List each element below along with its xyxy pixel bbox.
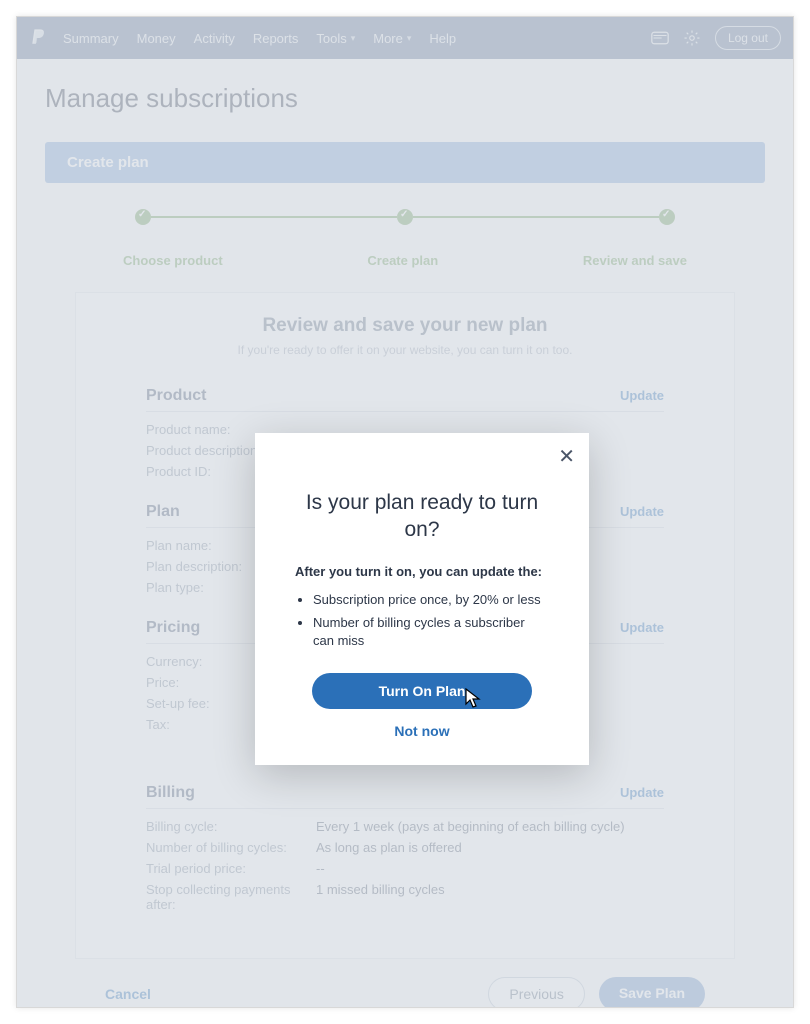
modal-bullet: Subscription price once, by 20% or less [313, 591, 549, 609]
modal-bullet: Number of billing cycles a subscriber ca… [313, 614, 549, 649]
modal-lead: After you turn it on, you can update the… [295, 564, 549, 579]
modal-bullets: Subscription price once, by 20% or less … [295, 591, 549, 650]
turn-on-plan-modal: ✕ Is your plan ready to turn on? After y… [255, 433, 589, 765]
not-now-link[interactable]: Not now [295, 723, 549, 739]
close-icon[interactable]: ✕ [558, 447, 575, 467]
modal-title: Is your plan ready to turn on? [295, 489, 549, 544]
turn-on-plan-button[interactable]: Turn On Plan [312, 673, 532, 709]
